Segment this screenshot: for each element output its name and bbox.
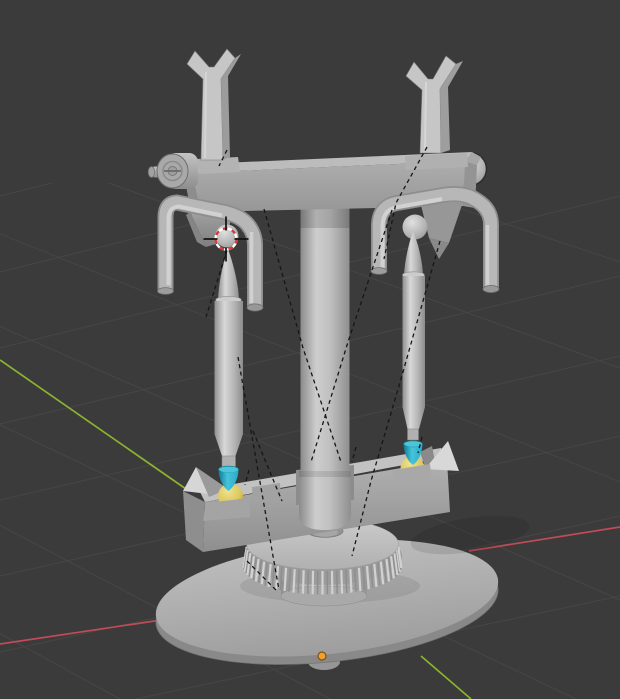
object-origin-dot[interactable] xyxy=(317,651,327,661)
pivot-sphere-right xyxy=(402,214,428,240)
blender-3d-viewport xyxy=(0,0,620,699)
viewport-canvas xyxy=(0,0,620,699)
fork-base-right xyxy=(405,153,468,170)
center-column[interactable] xyxy=(299,207,351,530)
